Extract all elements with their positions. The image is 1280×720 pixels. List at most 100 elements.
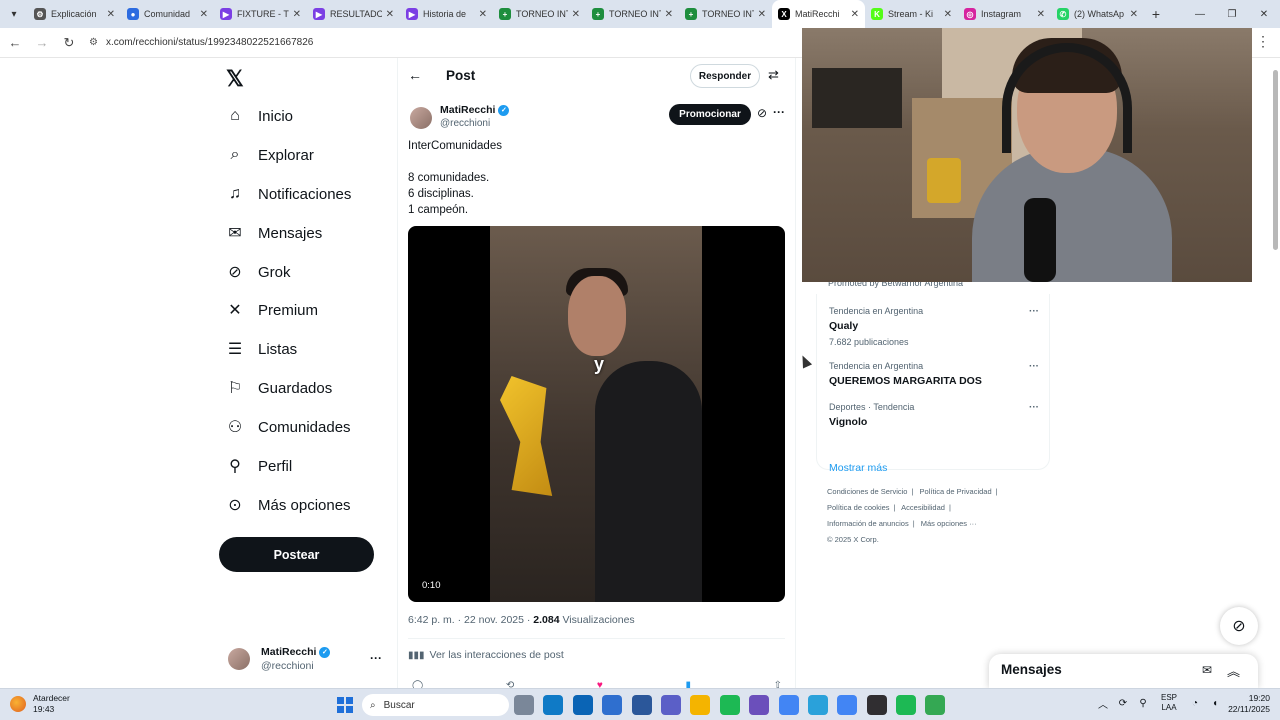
more-icon[interactable]: ··· (1029, 306, 1039, 317)
more-icon[interactable]: ··· (773, 105, 785, 119)
clipchamp-icon[interactable] (749, 695, 770, 715)
scrollbar-thumb[interactable] (1273, 70, 1278, 250)
close-tab-icon[interactable]: ✕ (107, 9, 115, 20)
nav-item-mas-opciones[interactable]: ⊙ Más opciones (226, 490, 350, 520)
chevron-up-icon[interactable]: ︿ (1093, 696, 1113, 711)
close-tab-icon[interactable]: ✕ (293, 9, 301, 20)
new-tab-button[interactable]: + (1144, 6, 1168, 22)
obs-icon[interactable] (866, 695, 887, 715)
weather-widget[interactable]: Atardecer 19:43 (10, 693, 70, 715)
windows-start-icon[interactable] (337, 697, 353, 713)
back-arrow-icon[interactable]: ← (408, 67, 422, 83)
close-tab-icon[interactable]: ✕ (1037, 9, 1045, 20)
chrome-3-icon[interactable] (925, 695, 946, 715)
minimize-icon[interactable]: — (1184, 0, 1216, 28)
close-tab-icon[interactable]: ✕ (479, 9, 487, 20)
forward-icon[interactable]: → (30, 31, 54, 55)
nav-item-inicio[interactable]: ⌂ Inicio (226, 101, 293, 131)
post-timestamp[interactable]: 6:42 p. m. · 22 nov. 2025 · (408, 614, 533, 626)
browser-tab[interactable]: + TORNEO INT ✕ (493, 0, 586, 28)
microphone-tray-icon[interactable]: ⚲ (1133, 698, 1153, 709)
promote-button[interactable]: Promocionar (669, 104, 751, 125)
taskbar-search[interactable]: ⌕ Buscar (362, 694, 509, 716)
store-icon[interactable] (602, 695, 623, 715)
close-tab-icon[interactable]: ✕ (758, 9, 766, 20)
task-view-icon[interactable] (514, 695, 534, 715)
more-icon[interactable]: ··· (1029, 361, 1039, 372)
trend-item[interactable]: Tendencia en Argentina Qualy 7.682 publica… (829, 306, 1039, 347)
browser-tab[interactable]: ✆ (2) WhatsAp ✕ (1051, 0, 1144, 28)
browser-tab[interactable]: K Stream - Ki ✕ (865, 0, 958, 28)
author-avatar[interactable] (410, 107, 432, 129)
account-switcher[interactable]: MatiRecchi ✓ @recchioni ··· (228, 643, 388, 675)
nav-item-grok[interactable]: ⊘ Grok (226, 257, 290, 287)
more-icon[interactable]: ··· (1029, 402, 1039, 413)
reload-icon[interactable]: ↻ (57, 31, 81, 55)
browser-tab[interactable]: ◎ Instagram ✕ (958, 0, 1051, 28)
url-field[interactable]: ⚙ x.com/recchioni/status/199234802252166… (89, 32, 789, 54)
nav-item-listas[interactable]: ☰ Listas (226, 334, 297, 364)
footer-link[interactable]: Información de anuncios (827, 519, 909, 528)
footer-link[interactable]: Política de Privacidad (920, 487, 992, 496)
close-tab-icon[interactable]: ✕ (1130, 9, 1138, 20)
author-handle[interactable]: @recchioni (440, 118, 490, 129)
maximize-icon[interactable]: ❐ (1216, 0, 1248, 28)
messages-drawer[interactable]: Mensajes ✉ ︽ (989, 654, 1258, 688)
browser-tab[interactable]: ▶ RESULTADO ✕ (307, 0, 400, 28)
browser-menu-icon[interactable]: ⋮ (1256, 33, 1270, 50)
trend-item[interactable]: Deportes · Tendencia Vignolo ··· (829, 402, 1039, 428)
nav-item-notificaciones[interactable]: ♫ Notificaciones (226, 179, 351, 209)
chrome-icon[interactable] (778, 695, 799, 715)
post-interactions-link[interactable]: ▮▮▮ Ver las interacciones de post (408, 649, 564, 661)
browser-tab[interactable]: + TORNEO INT ✕ (679, 0, 772, 28)
tab-search-icon[interactable]: ▾ (0, 0, 28, 28)
telegram-icon[interactable] (807, 695, 828, 715)
browser-tab[interactable]: ▶ Historia de ✕ (400, 0, 493, 28)
language-indicator[interactable]: ESP LAA (1161, 693, 1177, 713)
bookmark-icon[interactable]: ▮ (685, 680, 691, 688)
reply-icon[interactable]: ◯ (412, 680, 423, 688)
edge-icon[interactable] (543, 695, 564, 715)
close-tab-icon[interactable]: ✕ (944, 9, 952, 20)
site-info-icon[interactable]: ⚙ (89, 37, 98, 48)
spotify-2-icon[interactable] (896, 695, 917, 715)
new-message-icon[interactable]: ✉ (1202, 663, 1212, 677)
nav-item-premium[interactable]: ✕ Premium (226, 295, 318, 325)
clock[interactable]: 19:20 22/11/2025 (1222, 693, 1270, 715)
back-icon[interactable]: ← (3, 31, 27, 55)
chrome-2-icon[interactable] (837, 695, 858, 715)
close-tab-icon[interactable]: ✕ (200, 9, 208, 20)
teams-icon[interactable] (660, 695, 681, 715)
close-tab-icon[interactable]: ✕ (386, 9, 394, 20)
share-icon[interactable]: ⇧ (774, 680, 782, 688)
trend-item[interactable]: Tendencia en Argentina QUEREMOS MARGARITA… (829, 361, 1039, 387)
video-player[interactable]: y 0:10 (408, 226, 785, 602)
close-window-icon[interactable]: ✕ (1248, 0, 1280, 28)
outlook-icon[interactable] (572, 695, 593, 715)
browser-tab[interactable]: ● Comunidad ✕ (121, 0, 214, 28)
footer-link[interactable]: Más opciones ··· (921, 519, 977, 528)
sync-icon[interactable]: ⟳ (1113, 698, 1133, 709)
browser-tab[interactable]: + TORNEO INT ✕ (586, 0, 679, 28)
browser-tab[interactable]: ⚙ Explicación ✕ (28, 0, 121, 28)
x-logo-icon[interactable]: 𝕏 (226, 66, 244, 92)
nav-item-comunidades[interactable]: ⚇ Comunidades (226, 412, 351, 442)
nav-item-perfil[interactable]: ⚲ Perfil (226, 451, 292, 481)
like-icon[interactable]: ♥ (597, 680, 603, 688)
close-tab-icon[interactable]: ✕ (572, 9, 580, 20)
nav-item-mensajes[interactable]: ✉ Mensajes (226, 218, 322, 248)
wifi-icon[interactable]: ◔ (1185, 698, 1205, 709)
close-tab-icon[interactable]: ✕ (665, 9, 673, 20)
reply-button[interactable]: Responder (690, 64, 760, 88)
close-tab-icon[interactable]: ✕ (851, 9, 859, 20)
grok-float-button[interactable]: ⊘ (1220, 607, 1258, 645)
footer-link[interactable]: Accesibilidad (901, 503, 945, 512)
footer-link[interactable]: Condiciones de Servicio (827, 487, 907, 496)
post-button[interactable]: Postear (219, 537, 374, 572)
expand-icon[interactable]: ︽ (1227, 661, 1240, 680)
footer-link[interactable]: Política de cookies (827, 503, 890, 512)
settings-sliders-icon[interactable]: ⇄ (768, 67, 779, 83)
more-icon[interactable]: ··· (370, 651, 382, 665)
browser-tab[interactable]: ▶ FIXTURE - Tu ✕ (214, 0, 307, 28)
repost-icon[interactable]: ⟲ (506, 680, 514, 688)
